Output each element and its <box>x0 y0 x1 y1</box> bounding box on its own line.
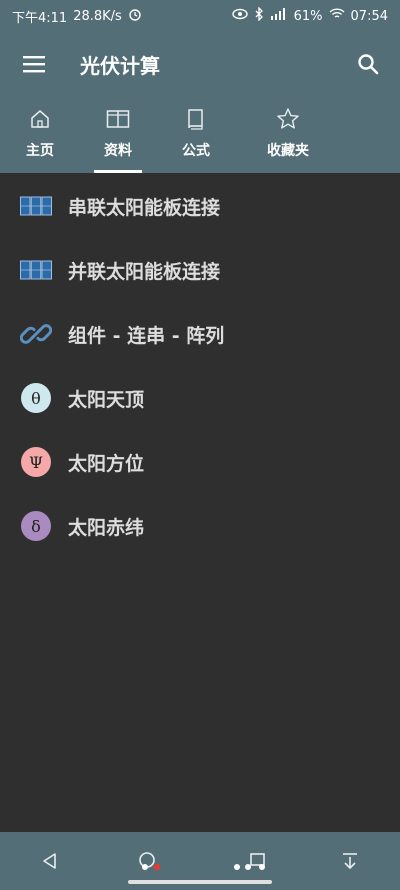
pull-down-button[interactable] <box>330 841 370 881</box>
signal-icon <box>270 8 288 24</box>
search-icon <box>358 54 379 75</box>
arrow-down-bar-icon <box>343 853 357 870</box>
tab-label: 公式 <box>182 143 210 159</box>
psi-icon: Ψ <box>20 446 52 478</box>
status-clock: 07:54 <box>350 8 388 24</box>
status-bar: 下午4:11 28.8K/s 61% 07:54 <box>0 0 400 32</box>
theta-symbol: θ <box>21 383 51 413</box>
home-icon <box>27 106 53 132</box>
wifi-icon <box>329 8 345 24</box>
tab-favorites[interactable]: 收藏夹 <box>236 96 340 173</box>
recents-button[interactable] <box>230 841 270 881</box>
materials-list: 串联太阳能板连接 并联太阳能板连接 组件 - 连串 - 阵列 θ 太阳天顶 Ψ … <box>0 174 400 558</box>
home-circle-icon <box>139 852 161 871</box>
hamburger-menu-icon <box>23 56 45 73</box>
list-item-label: 太阳天顶 <box>68 388 145 411</box>
list-item-label: 串联太阳能板连接 <box>68 196 221 219</box>
book-open-icon <box>105 106 131 132</box>
tab-label: 资料 <box>104 143 132 159</box>
recents-square-icon <box>234 853 265 870</box>
list-item-label: 组件 - 连串 - 阵列 <box>68 324 225 347</box>
book-icon <box>183 106 209 132</box>
delta-icon: δ <box>20 510 52 542</box>
status-time: 下午4:11 <box>12 10 68 26</box>
list-item-label: 太阳方位 <box>68 452 145 475</box>
list-item-label: 太阳赤纬 <box>68 516 145 539</box>
gesture-handle[interactable] <box>128 880 272 884</box>
tab-label: 主页 <box>26 143 54 159</box>
list-item-parallel-connection[interactable]: 并联太阳能板连接 <box>0 238 400 302</box>
theta-icon: θ <box>20 382 52 414</box>
psi-symbol: Ψ <box>21 447 51 477</box>
delta-symbol: δ <box>21 511 51 541</box>
back-button[interactable] <box>30 841 70 881</box>
eye-icon <box>231 8 248 24</box>
list-item-solar-declination[interactable]: δ 太阳赤纬 <box>0 494 400 558</box>
solar-panel-icon <box>20 254 52 286</box>
tab-label: 收藏夹 <box>267 143 309 159</box>
alarm-icon <box>128 7 142 25</box>
star-icon <box>275 106 301 132</box>
app-bar: 光伏计算 <box>0 32 400 96</box>
menu-button[interactable] <box>16 46 52 82</box>
tab-home[interactable]: 主页 <box>0 96 80 173</box>
solar-panel-icon <box>20 190 52 222</box>
list-item-module-string-array[interactable]: 组件 - 连串 - 阵列 <box>0 302 400 366</box>
search-button[interactable] <box>350 46 386 82</box>
status-battery-percent: 61% <box>293 8 323 24</box>
tab-materials[interactable]: 资料 <box>80 96 156 173</box>
chain-link-icon <box>20 318 52 350</box>
status-net-speed: 28.8K/s <box>73 8 122 24</box>
system-nav-bar <box>0 832 400 890</box>
app-title: 光伏计算 <box>80 53 160 78</box>
tab-formulas[interactable]: 公式 <box>156 96 236 173</box>
list-item-solar-azimuth[interactable]: Ψ 太阳方位 <box>0 430 400 494</box>
bluetooth-icon <box>254 6 264 25</box>
list-item-series-connection[interactable]: 串联太阳能板连接 <box>0 174 400 238</box>
home-nav-button[interactable] <box>130 841 170 881</box>
back-triangle-icon <box>43 853 56 869</box>
tab-bar: 主页 资料 公式 收藏夹 <box>0 96 400 173</box>
list-item-label: 并联太阳能板连接 <box>68 260 221 283</box>
list-item-solar-zenith[interactable]: θ 太阳天顶 <box>0 366 400 430</box>
